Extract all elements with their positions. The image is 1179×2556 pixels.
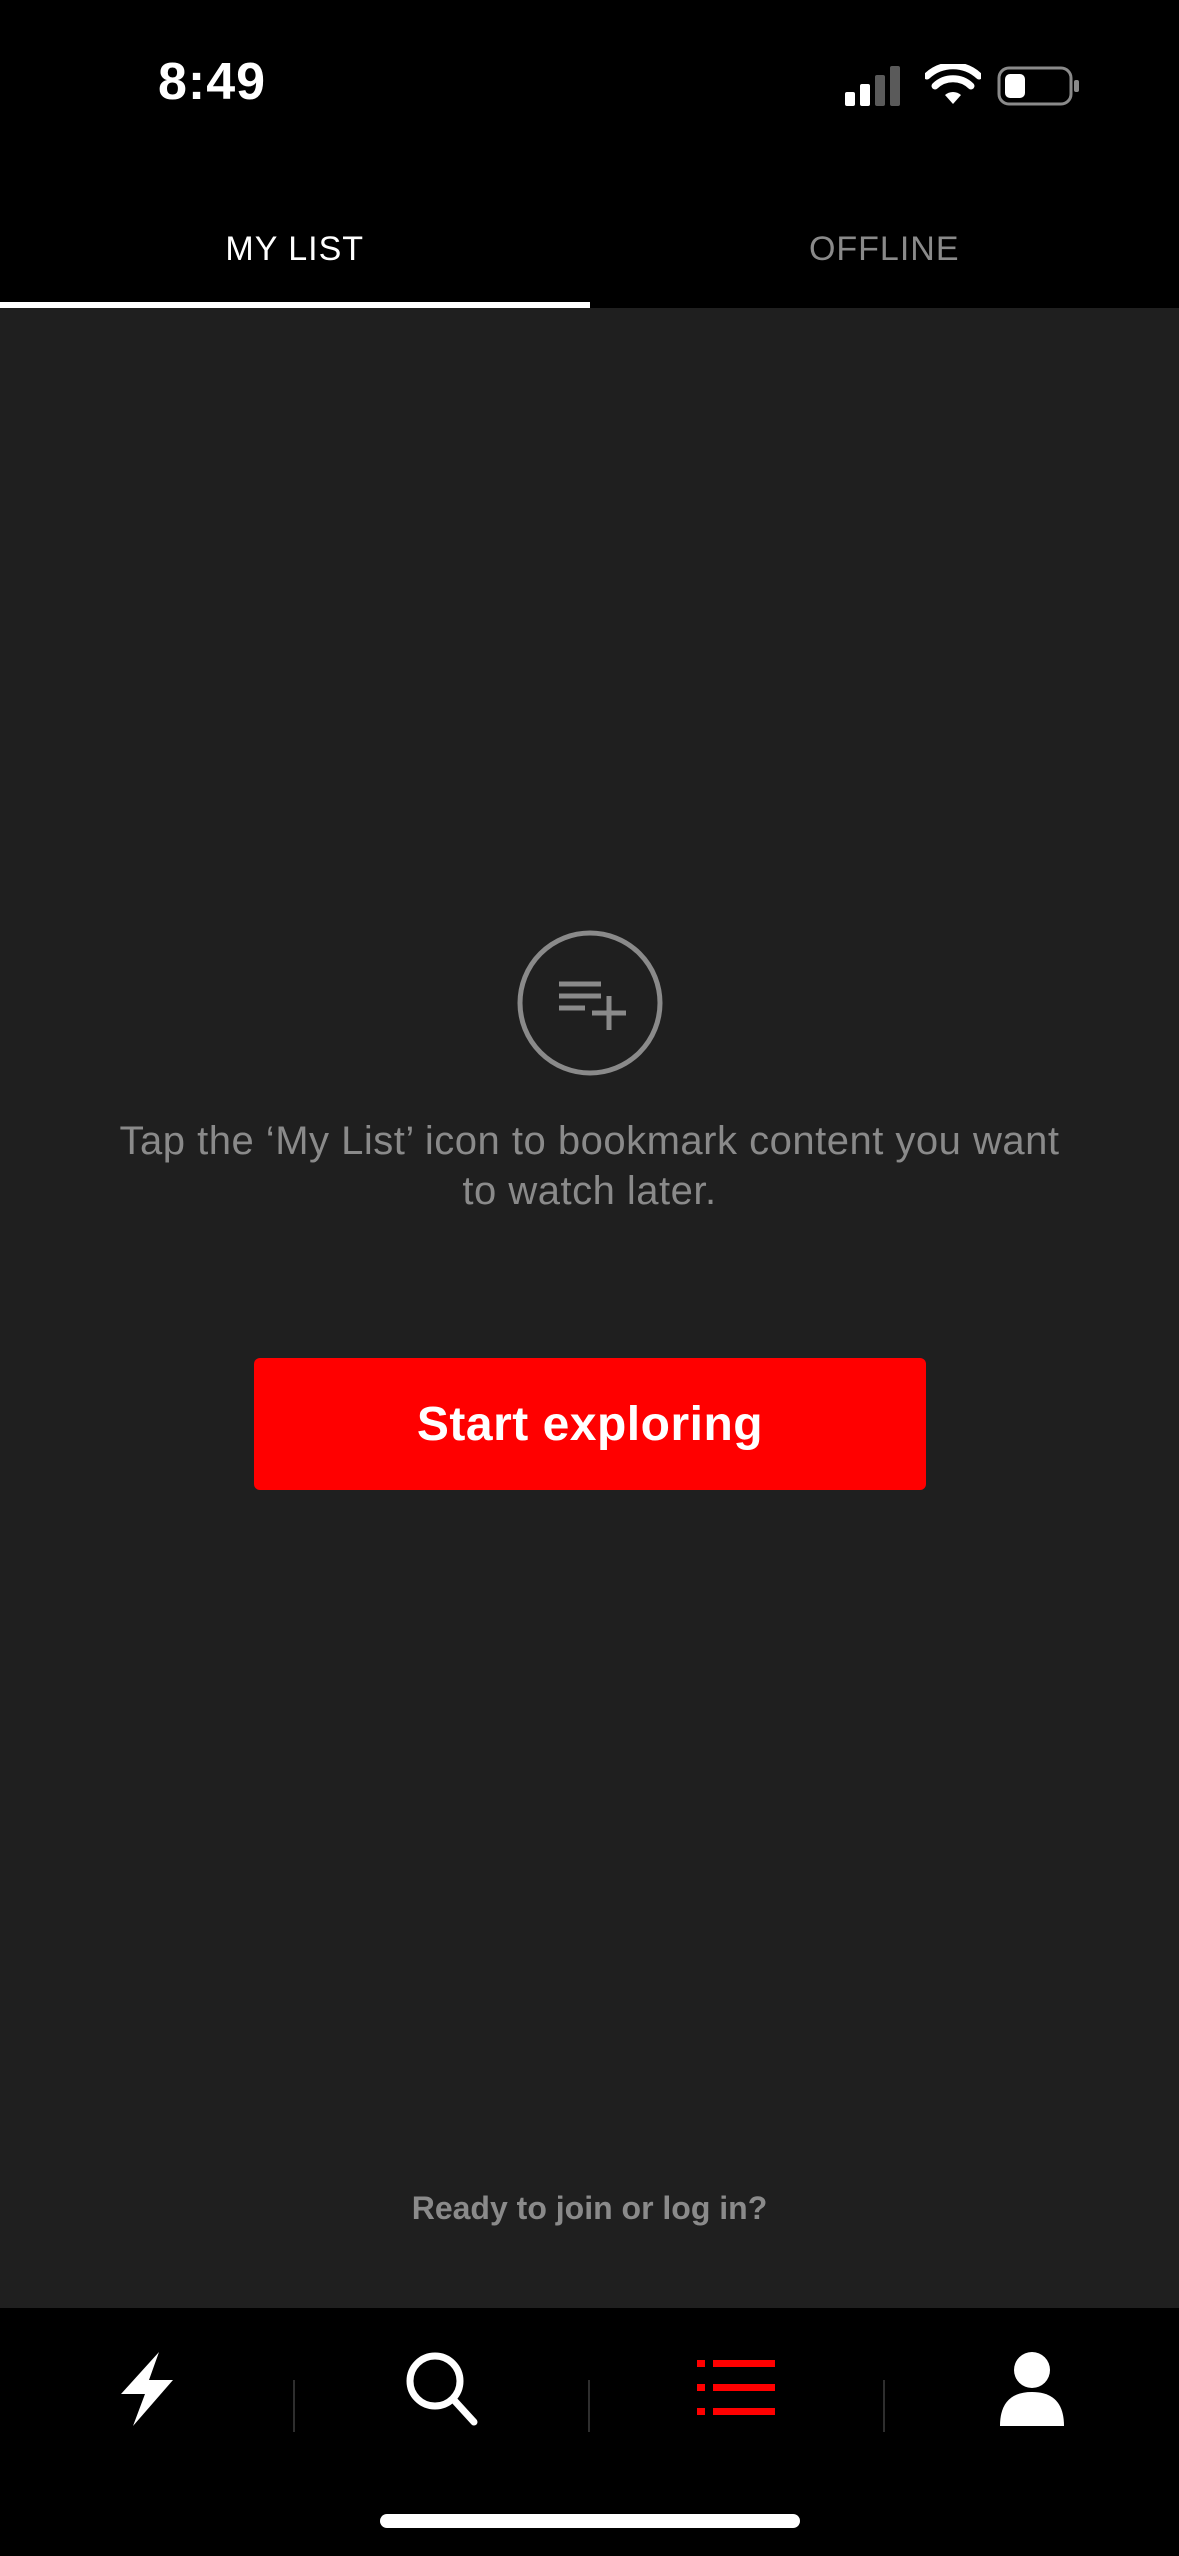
tab-my-list-label: MY LIST (225, 229, 365, 268)
tab-offline-label: OFFLINE (808, 229, 960, 268)
wifi-icon (925, 64, 981, 104)
playlist-add-icon (517, 930, 662, 1076)
join-or-login-link[interactable]: Ready to join or log in? (0, 2190, 1179, 2227)
empty-state-message: Tap the ‘My List’ icon to bookmark conte… (119, 1119, 1060, 1213)
cellular-signal-icon (845, 66, 900, 106)
nav-divider (588, 2380, 590, 2432)
lightning-icon[interactable] (107, 2348, 187, 2428)
nav-divider (883, 2380, 885, 2432)
empty-state: Tap the ‘My List’ icon to bookmark conte… (0, 930, 1179, 1216)
start-exploring-button[interactable]: Start exploring (254, 1358, 926, 1490)
profile-icon[interactable] (992, 2348, 1072, 2428)
status-time: 8:49 (158, 53, 267, 111)
battery-icon (997, 66, 1079, 106)
tab-bar: MY LIST OFFLINE (0, 190, 1179, 308)
tab-my-list[interactable]: MY LIST (0, 190, 590, 308)
tab-offline[interactable]: OFFLINE (590, 190, 1179, 308)
list-icon[interactable] (697, 2348, 777, 2428)
home-indicator (380, 2514, 800, 2528)
active-tab-indicator (0, 302, 590, 308)
nav-divider (293, 2380, 295, 2432)
search-icon[interactable] (402, 2348, 482, 2428)
status-bar: 8:49 (0, 0, 1179, 190)
